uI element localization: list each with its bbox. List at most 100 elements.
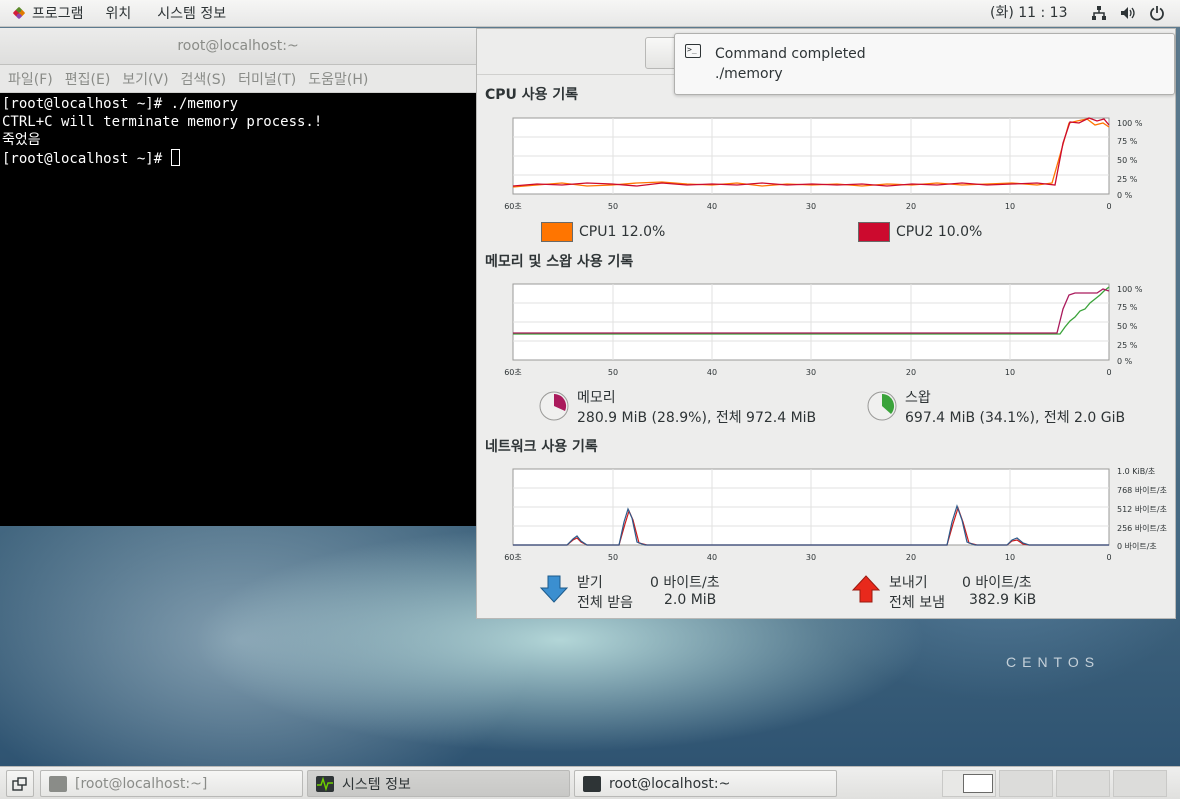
memory-x-tick: 30 [806,368,816,377]
cpu1-legend: CPU1 12.0% [579,224,665,240]
workspace-4[interactable] [1113,770,1167,797]
cpu-y-tick: 50 % [1117,156,1138,165]
terminal-icon [583,775,601,792]
taskbar-item-system-monitor[interactable]: 시스템 정보 [307,770,570,797]
show-desktop-button[interactable] [6,770,34,797]
cpu-x-tick: 30 [806,202,816,211]
memory-y-tick: 25 % [1117,341,1138,350]
cpu2-label: CPU2 [896,224,934,240]
system-monitor-window[interactable]: CPU 사용 기록 100 % 75 % 50 % 25 % 0 % 60초 5… [476,28,1176,619]
terminal-line: 죽었음 [2,132,41,148]
menu-file[interactable]: 파일(F) [2,69,59,89]
memory-y-tick: 100 % [1117,285,1143,294]
terminal-window[interactable]: root@localhost:~ 파일(F) 편집(E) 보기(V) 검색(S)… [0,28,476,526]
memory-x-tick: 50 [608,368,618,377]
memory-label: 메모리 [577,390,616,406]
system-info-menu[interactable]: 시스템 정보 [143,0,238,27]
memory-x-tick: 10 [1005,368,1015,377]
cpu1-label: CPU1 [579,224,617,240]
network-y-tick: 1.0 KiB/초 [1117,467,1155,476]
top-bar: 프로그램 위치 시스템 정보 (화) 11 : 13 [0,0,1180,27]
cpu-x-tick: 20 [906,202,916,211]
network-y-tick: 0 바이트/초 [1117,541,1157,551]
receive-rate: 0 바이트/초 [650,575,720,591]
menu-edit[interactable]: 편집(E) [59,69,117,89]
cpu-history-title: CPU 사용 기록 [485,87,579,103]
memory-history-graph: 100 % 75 % 50 % 25 % 0 % 60초 50 40 30 20… [504,283,1143,377]
taskbar-item-label: [root@localhost:~] [75,775,208,792]
cpu-y-tick: 75 % [1117,137,1138,146]
network-x-tick: 30 [806,553,816,562]
terminal-line: [root@localhost ~]# ./memory [2,96,239,112]
network-x-tick: 40 [707,553,717,562]
volume-icon[interactable] [1119,4,1137,22]
cpu-x-tick: 40 [707,202,717,211]
workspace-1[interactable] [942,770,996,797]
cpu2-color-button[interactable] [858,222,890,242]
send-total-label: 전체 보냄 [889,595,945,611]
swap-pie-icon[interactable] [867,391,897,421]
menu-terminal[interactable]: 터미널(T) [232,69,302,89]
memory-x-tick: 40 [707,368,717,377]
workspace-2[interactable] [999,770,1053,797]
cpu-history-graph: 100 % 75 % 50 % 25 % 0 % 60초 50 40 30 20… [504,117,1143,211]
send-arrow-icon[interactable] [851,574,881,604]
send-total: 382.9 KiB [969,592,1037,608]
network-y-tick: 512 바이트/초 [1117,504,1167,514]
receive-label: 받기 [577,575,603,591]
taskbar-item-label: root@localhost:~ [609,775,731,792]
terminal-titlebar[interactable]: root@localhost:~ [0,28,476,65]
places-menu-label: 위치 [105,6,132,22]
notification-title: Command completed [715,46,866,62]
network-history-graph: 1.0 KiB/초 768 바이트/초 512 바이트/초 256 바이트/초 … [504,467,1167,562]
cpu-y-tick: 0 % [1117,191,1133,200]
applications-menu-label: 프로그램 [32,6,84,22]
workspace-window-thumbnail [963,774,993,793]
send-label: 보내기 [889,575,928,591]
terminal-prompt: [root@localhost ~]# [2,151,171,167]
send-rate: 0 바이트/초 [962,575,1032,591]
taskbar-item-label: 시스템 정보 [342,776,411,793]
memory-x-tick: 0 [1106,368,1111,377]
receive-arrow-icon[interactable] [539,574,569,604]
cpu2-legend: CPU2 10.0% [896,224,982,240]
cpu1-color-button[interactable] [541,222,573,242]
memory-pie-icon[interactable] [539,391,569,421]
power-icon[interactable] [1148,4,1166,22]
memory-y-tick: 0 % [1117,357,1133,366]
receive-total: 2.0 MiB [664,592,717,608]
cpu-x-tick: 10 [1005,202,1015,211]
menu-search[interactable]: 검색(S) [175,69,233,89]
memory-y-tick: 75 % [1117,303,1138,312]
applications-menu[interactable]: 프로그램 [0,0,96,27]
network-y-tick: 256 바이트/초 [1117,523,1167,533]
notification-body: ./memory [715,66,783,82]
taskbar-item-terminal[interactable]: root@localhost:~ [574,770,837,797]
notification-popup[interactable]: >_ Command completed ./memory [674,33,1175,95]
terminal-output[interactable]: [root@localhost ~]# ./memory CTRL+C will … [0,93,476,170]
terminal-line: CTRL+C will terminate memory process.! [2,114,323,130]
taskbar-item-terminal-minimized[interactable]: [root@localhost:~] [40,770,303,797]
bottom-taskbar: [root@localhost:~] 시스템 정보 root@localhost… [0,766,1180,799]
memory-x-tick: 20 [906,368,916,377]
terminal-icon: >_ [685,44,701,58]
memory-value: 280.9 MiB (28.9%), 전체 972.4 MiB [577,410,817,426]
cpu-x-tick: 60초 [504,202,522,211]
cpu2-value: 10.0% [937,224,983,240]
places-menu[interactable]: 위치 [96,0,144,27]
cpu-y-tick: 25 % [1117,175,1138,184]
cpu1-value: 12.0% [620,224,666,240]
receive-total-label: 전체 받음 [577,595,633,611]
network-x-tick: 50 [608,553,618,562]
cpu-x-tick: 0 [1106,202,1111,211]
terminal-title: root@localhost:~ [177,38,299,54]
network-icon[interactable] [1090,4,1108,22]
clock[interactable]: (화) 11 : 13 [990,0,1068,27]
terminal-cursor [170,149,180,166]
memory-y-tick: 50 % [1117,322,1138,331]
menu-view[interactable]: 보기(V) [116,69,174,89]
swap-label: 스왑 [905,390,931,406]
workspace-3[interactable] [1056,770,1110,797]
centos-logo: CENTOS [1006,654,1101,670]
menu-help[interactable]: 도움말(H) [302,69,374,89]
